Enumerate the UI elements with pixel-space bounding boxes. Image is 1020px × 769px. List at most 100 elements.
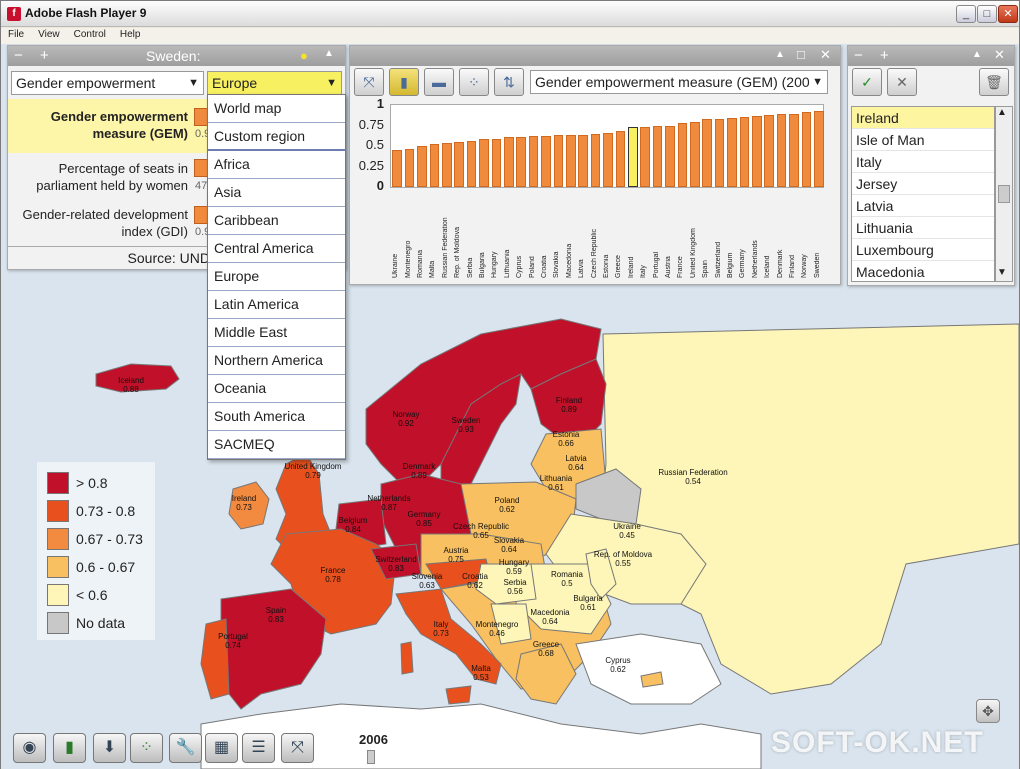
menu-control[interactable]: Control bbox=[67, 28, 113, 40]
bar-greece[interactable] bbox=[615, 131, 626, 187]
bar-norway[interactable] bbox=[801, 111, 812, 187]
bar-iceland[interactable] bbox=[764, 114, 775, 187]
expand-icon[interactable]: + bbox=[880, 47, 889, 64]
fit-screen-icon[interactable]: ⤧ bbox=[281, 733, 314, 763]
menu-item-caribbean[interactable]: Caribbean bbox=[208, 207, 345, 235]
timeline-slider-handle[interactable] bbox=[367, 750, 375, 764]
move-icon[interactable]: ✥ bbox=[976, 699, 1000, 723]
maximize-panel-icon[interactable]: □ bbox=[797, 47, 805, 62]
menu-item-asia[interactable]: Asia bbox=[208, 179, 345, 207]
bar-serbia[interactable] bbox=[466, 141, 477, 187]
bar-poland[interactable] bbox=[528, 136, 539, 187]
menu-item-south-america[interactable]: South America bbox=[208, 403, 345, 431]
collapse-icon[interactable]: − bbox=[14, 47, 23, 64]
list-item[interactable]: Italy bbox=[852, 151, 994, 173]
star-icon[interactable]: ● bbox=[300, 48, 308, 63]
list-item[interactable]: Macedonia bbox=[852, 261, 994, 281]
menu-item-africa[interactable]: Africa bbox=[208, 151, 345, 179]
fullscreen-icon[interactable]: ⤧ bbox=[354, 68, 384, 96]
bar-germany[interactable] bbox=[739, 117, 750, 187]
bar-bulgaria[interactable] bbox=[479, 139, 489, 187]
list-item[interactable]: Isle of Man bbox=[852, 129, 994, 151]
scroll-down-icon[interactable]: ▼ bbox=[997, 267, 1007, 278]
close-panel-icon[interactable]: ✕ bbox=[994, 47, 1005, 63]
bar-romania[interactable] bbox=[417, 146, 427, 187]
list-item[interactable]: Luxembourg bbox=[852, 239, 994, 261]
bar-russian-federation[interactable] bbox=[441, 142, 452, 187]
bar-chart-icon[interactable]: ▮ bbox=[53, 733, 86, 763]
eye-icon[interactable]: ◉ bbox=[13, 733, 46, 763]
table-icon[interactable]: ▦ bbox=[205, 733, 238, 763]
menu-help[interactable]: Help bbox=[113, 28, 148, 40]
bar-montenegro[interactable] bbox=[404, 149, 415, 187]
menu-item-northern-america[interactable]: Northern America bbox=[208, 347, 345, 375]
scatter-plot-icon[interactable]: ⁘ bbox=[459, 68, 489, 96]
list-item[interactable]: Jersey bbox=[852, 173, 994, 195]
bar-austria[interactable] bbox=[665, 125, 675, 187]
menu-item-custom-region[interactable]: Custom region bbox=[208, 123, 345, 151]
bar-lithuania[interactable] bbox=[503, 136, 514, 187]
scroll-thumb[interactable] bbox=[998, 185, 1010, 203]
collapse-icon[interactable]: − bbox=[854, 47, 863, 64]
menu-item-latin-america[interactable]: Latin America bbox=[208, 291, 345, 319]
bar-chart-icon[interactable]: ▮ bbox=[389, 68, 419, 96]
close-button[interactable]: ✕ bbox=[998, 5, 1018, 23]
close-panel-icon[interactable]: ✕ bbox=[820, 47, 831, 63]
bar-united-kingdom[interactable] bbox=[689, 122, 700, 187]
bar-france[interactable] bbox=[677, 123, 688, 187]
trash-icon[interactable]: 🗑 bbox=[979, 68, 1009, 96]
bar-denmark[interactable] bbox=[776, 114, 787, 187]
bar-latvia[interactable] bbox=[578, 134, 589, 187]
bar-netherlands[interactable] bbox=[751, 115, 762, 187]
region-select[interactable]: Europe ▼ bbox=[207, 71, 342, 95]
menu-item-central-america[interactable]: Central America bbox=[208, 235, 345, 263]
list-item[interactable]: Latvia bbox=[852, 195, 994, 217]
bar-italy[interactable] bbox=[640, 127, 651, 187]
chart-indicator-select[interactable]: Gender empowerment measure (GEM) (200 ▼ bbox=[530, 70, 828, 94]
bar-czech-republic[interactable] bbox=[590, 133, 601, 187]
bar-ireland[interactable] bbox=[627, 127, 638, 187]
menu-item-oceania[interactable]: Oceania bbox=[208, 375, 345, 403]
clear-icon[interactable]: ✕ bbox=[887, 68, 917, 96]
bar-slovakia[interactable] bbox=[553, 134, 564, 187]
list-item[interactable]: Ireland bbox=[852, 107, 994, 129]
menu-item-sacmeq[interactable]: SACMEQ bbox=[208, 431, 345, 459]
menu-item-europe[interactable]: Europe bbox=[208, 263, 345, 291]
bar-sweden[interactable] bbox=[813, 110, 824, 187]
list-scrollbar[interactable]: ▲ ▼ bbox=[995, 106, 1013, 282]
panel-menu-icon[interactable]: ▲ bbox=[324, 48, 334, 59]
check-icon[interactable]: ✓ bbox=[852, 68, 882, 96]
folder-icon[interactable]: ▬ bbox=[424, 68, 454, 96]
download-icon[interactable]: ⬇ bbox=[93, 733, 126, 763]
scroll-up-icon[interactable]: ▲ bbox=[997, 107, 1007, 118]
list-view-icon[interactable]: ☰ bbox=[242, 733, 275, 763]
expand-icon[interactable]: + bbox=[40, 47, 49, 64]
bar-switzerland[interactable] bbox=[714, 118, 725, 187]
menu-item-world-map[interactable]: World map bbox=[208, 95, 345, 123]
menu-view[interactable]: View bbox=[31, 28, 67, 40]
maximize-button[interactable]: □ bbox=[977, 5, 997, 23]
value-swatch bbox=[194, 159, 208, 177]
bar-croatia[interactable] bbox=[541, 136, 551, 187]
bar-spain[interactable] bbox=[702, 118, 713, 187]
panel-menu-icon[interactable]: ▲ bbox=[775, 49, 785, 60]
bar-portugal[interactable] bbox=[652, 126, 663, 187]
bar-rep-of-moldova[interactable] bbox=[454, 141, 465, 187]
bar-estonia[interactable] bbox=[603, 132, 613, 187]
scatter-plot-icon[interactable]: ⁘ bbox=[130, 733, 163, 763]
bar-belgium[interactable] bbox=[727, 118, 737, 187]
bar-ukraine[interactable] bbox=[392, 150, 403, 187]
bar-finland[interactable] bbox=[789, 114, 799, 187]
sort-icon[interactable]: ⇅ bbox=[494, 68, 524, 96]
list-item[interactable]: Lithuania bbox=[852, 217, 994, 239]
bar-malta[interactable] bbox=[429, 143, 440, 187]
bar-cyprus[interactable] bbox=[516, 136, 527, 187]
bar-hungary[interactable] bbox=[491, 138, 502, 187]
wrench-icon[interactable]: 🔧 bbox=[169, 733, 202, 763]
menu-item-middle-east[interactable]: Middle East bbox=[208, 319, 345, 347]
menu-file[interactable]: File bbox=[1, 28, 31, 40]
minimize-button[interactable]: _ bbox=[956, 5, 976, 23]
bar-macedonia[interactable] bbox=[565, 134, 576, 187]
panel-menu-icon[interactable]: ▲ bbox=[972, 49, 982, 60]
indicator-select[interactable]: Gender empowerment ▼ bbox=[11, 71, 204, 95]
